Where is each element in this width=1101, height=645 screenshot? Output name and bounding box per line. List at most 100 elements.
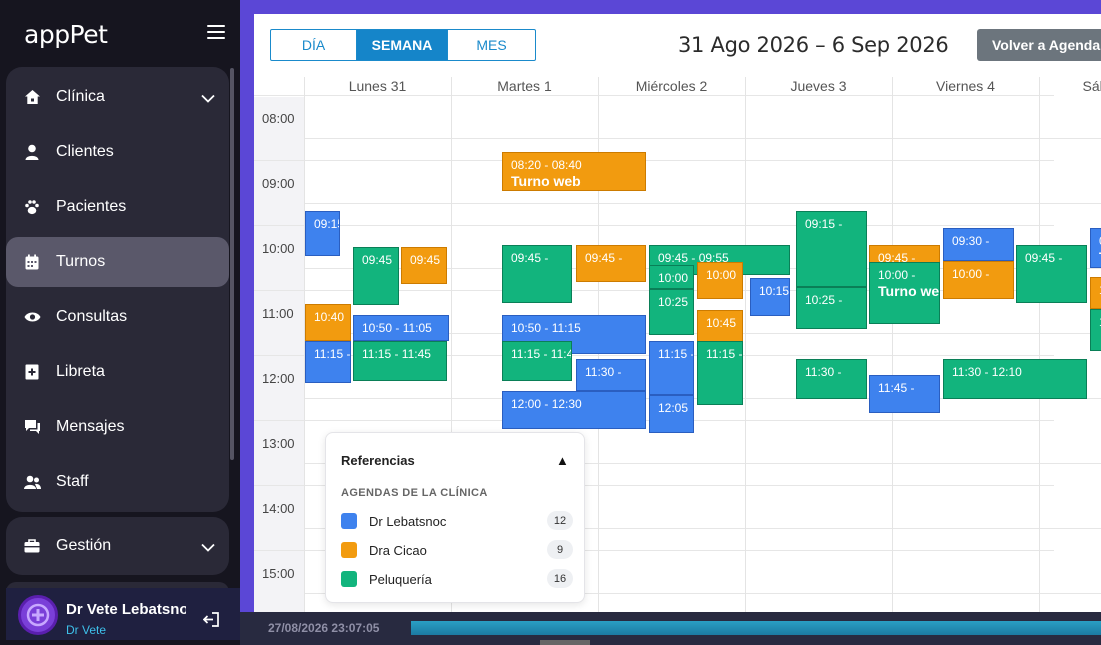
appointment-event[interactable]: 11:15 - <box>649 341 694 395</box>
event-time: 10:00 - <box>878 268 916 282</box>
hour-line <box>254 160 1054 161</box>
sidebar-scrollbar[interactable] <box>230 68 234 460</box>
half-hour-line <box>304 138 1101 140</box>
paw-icon <box>23 198 41 216</box>
event-time: 10:15 - <box>759 284 790 298</box>
event-time: 09:45 <box>410 253 441 267</box>
appointment-event[interactable]: 11:15 - <box>697 341 743 405</box>
appointment-event[interactable]: 10:25 - <box>796 287 867 329</box>
status-scroll-handle[interactable] <box>540 640 590 645</box>
appointment-event[interactable]: 10:00 - <box>943 261 1014 299</box>
appointment-event[interactable]: 09:45 - <box>1016 245 1087 303</box>
event-time: 09:45 - <box>1025 251 1063 265</box>
appointment-event[interactable]: 09:15 - <box>796 211 867 287</box>
hour-label: 13:00 <box>262 436 295 451</box>
collapse-triangle-icon[interactable]: ▲ <box>556 453 569 468</box>
appointment-event[interactable]: 11:30 - 12:10 <box>943 359 1087 399</box>
sidebar-item-label: Clientes <box>56 143 114 160</box>
hamburger-menu-icon[interactable] <box>207 25 225 39</box>
sidebar-item-turnos[interactable]: Turnos <box>6 237 229 287</box>
appointment-event[interactable]: 11:15 - 11:45 <box>502 341 572 381</box>
appointment-event[interactable]: 10:15 - <box>750 278 790 316</box>
appointment-event[interactable]: 09:45 <box>401 247 447 284</box>
sidebar-item-label: Consultas <box>56 308 128 325</box>
legend-item[interactable]: Dra Cicao 9 <box>341 540 573 560</box>
avatar[interactable] <box>18 595 58 635</box>
event-time: 10:00 <box>706 268 737 282</box>
view-month-button[interactable]: MES <box>447 30 535 60</box>
chevron-down-icon[interactable] <box>201 90 215 108</box>
day-header: Viernes 4 <box>936 78 995 94</box>
appointment-event[interactable]: 10:45 <box>697 310 743 342</box>
day-divider <box>745 77 746 612</box>
appointment-event[interactable]: 09:15 <box>305 211 340 256</box>
appointment-event[interactable]: 10:00 -Turno web <box>869 262 940 324</box>
event-time: 09:45 <box>362 253 393 267</box>
appointment-event[interactable]: 10:40 <box>305 304 351 341</box>
appointment-event[interactable]: 10:15 - 10: <box>1090 277 1101 309</box>
user-role: Dr Vete <box>66 623 107 637</box>
event-time: 09:45 - <box>585 251 623 265</box>
legend-item[interactable]: Dr Lebatsnoc 12 <box>341 511 573 531</box>
back-to-agenda-button[interactable]: Volver a Agenda <box>977 29 1101 61</box>
appointment-event[interactable]: 11:15 - 11:45 <box>353 341 447 381</box>
eye-icon <box>23 308 41 326</box>
logout-icon[interactable] <box>202 612 219 632</box>
sidebar-item-mensajes[interactable]: Mensajes <box>6 402 229 452</box>
event-time: 09:15 - <box>805 217 843 231</box>
app-logo[interactable]: appPet <box>24 20 108 49</box>
appointment-event[interactable]: 09:45 - <box>576 245 646 282</box>
day-header: Lunes 31 <box>348 78 407 94</box>
sidebar-item-label: Gestión <box>56 537 112 554</box>
appointment-event[interactable]: 11:15 - <box>305 341 351 383</box>
event-time: 10:40 <box>314 310 345 324</box>
appointment-event[interactable]: 09:45 <box>353 247 399 305</box>
view-day-button[interactable]: DÍA <box>271 30 357 60</box>
appointment-event[interactable]: 11:30 - <box>796 359 867 399</box>
sidebar-item-label: Libreta <box>56 363 105 380</box>
appointment-event[interactable]: 12:00 - 12:30 <box>502 391 646 429</box>
appointment-event[interactable]: 10:50 - 11:05 <box>353 315 449 341</box>
appointment-event[interactable]: 11:30 - <box>576 359 646 391</box>
day-divider <box>892 77 893 612</box>
legend-panel: Referencias ▲ AGENDAS DE LA CLÍNICA Dr L… <box>325 432 585 603</box>
appointment-event[interactable]: 09:45 - <box>502 245 572 303</box>
appointment-event[interactable]: 09:30 -Turno <box>1090 228 1101 268</box>
event-time: 09:15 <box>314 217 339 231</box>
legend-item-name: Peluquería <box>369 572 432 587</box>
legend-item[interactable]: Peluquería 16 <box>341 569 573 589</box>
event-time: 11:30 - <box>805 365 842 379</box>
appointment-event[interactable]: 11:45 - <box>869 375 940 413</box>
event-time: 11:15 - <box>314 347 351 361</box>
hour-label: 09:00 <box>262 176 295 191</box>
appointment-event[interactable]: 12:05 <box>649 395 694 433</box>
sidebar-item-label: Mensajes <box>56 418 125 435</box>
event-time: 10:00 - <box>952 267 990 281</box>
day-header: Martes 1 <box>497 78 552 94</box>
view-week-button[interactable]: SEMANA <box>357 30 447 60</box>
legend-title: Referencias <box>341 453 415 468</box>
event-time: 12:00 - 12:30 <box>511 397 582 411</box>
legend-subtitle: AGENDAS DE LA CLÍNICA <box>341 487 488 499</box>
sidebar-item-consultas[interactable]: Consultas <box>6 292 229 342</box>
sidebar-item-pacientes[interactable]: Pacientes <box>6 182 229 232</box>
half-hour-line <box>304 203 1101 205</box>
event-time: 11:15 - <box>658 347 694 361</box>
appointment-event[interactable]: 09:30 - <box>943 228 1014 261</box>
sidebar: appPet Clínica Clientes Pacientes Turnos… <box>0 0 240 645</box>
appointment-event[interactable]: 10:25 <box>649 289 694 335</box>
sidebar-item-clientes[interactable]: Clientes <box>6 127 229 177</box>
appointment-event[interactable]: 10:00 <box>649 265 694 289</box>
sidebar-item-staff[interactable]: Staff <box>6 457 229 507</box>
chevron-down-icon[interactable] <box>201 539 215 557</box>
event-time: 09:45 - <box>511 251 549 265</box>
appointment-event[interactable]: 10:00 <box>697 262 743 299</box>
appointment-event[interactable]: 08:20 - 08:40 Turno web <box>502 152 646 191</box>
sidebar-item-libreta[interactable]: Libreta <box>6 347 229 397</box>
hour-label: 15:00 <box>262 566 295 581</box>
sidebar-item-clinica[interactable]: Clínica <box>6 72 229 122</box>
appointment-event[interactable]: 10:45 - 1 <box>1090 309 1101 351</box>
sidebar-item-gestion[interactable]: Gestión <box>6 521 229 571</box>
sidebar-item-label: Clínica <box>56 88 105 105</box>
status-timestamp: 27/08/2026 23:07:05 <box>268 621 380 635</box>
